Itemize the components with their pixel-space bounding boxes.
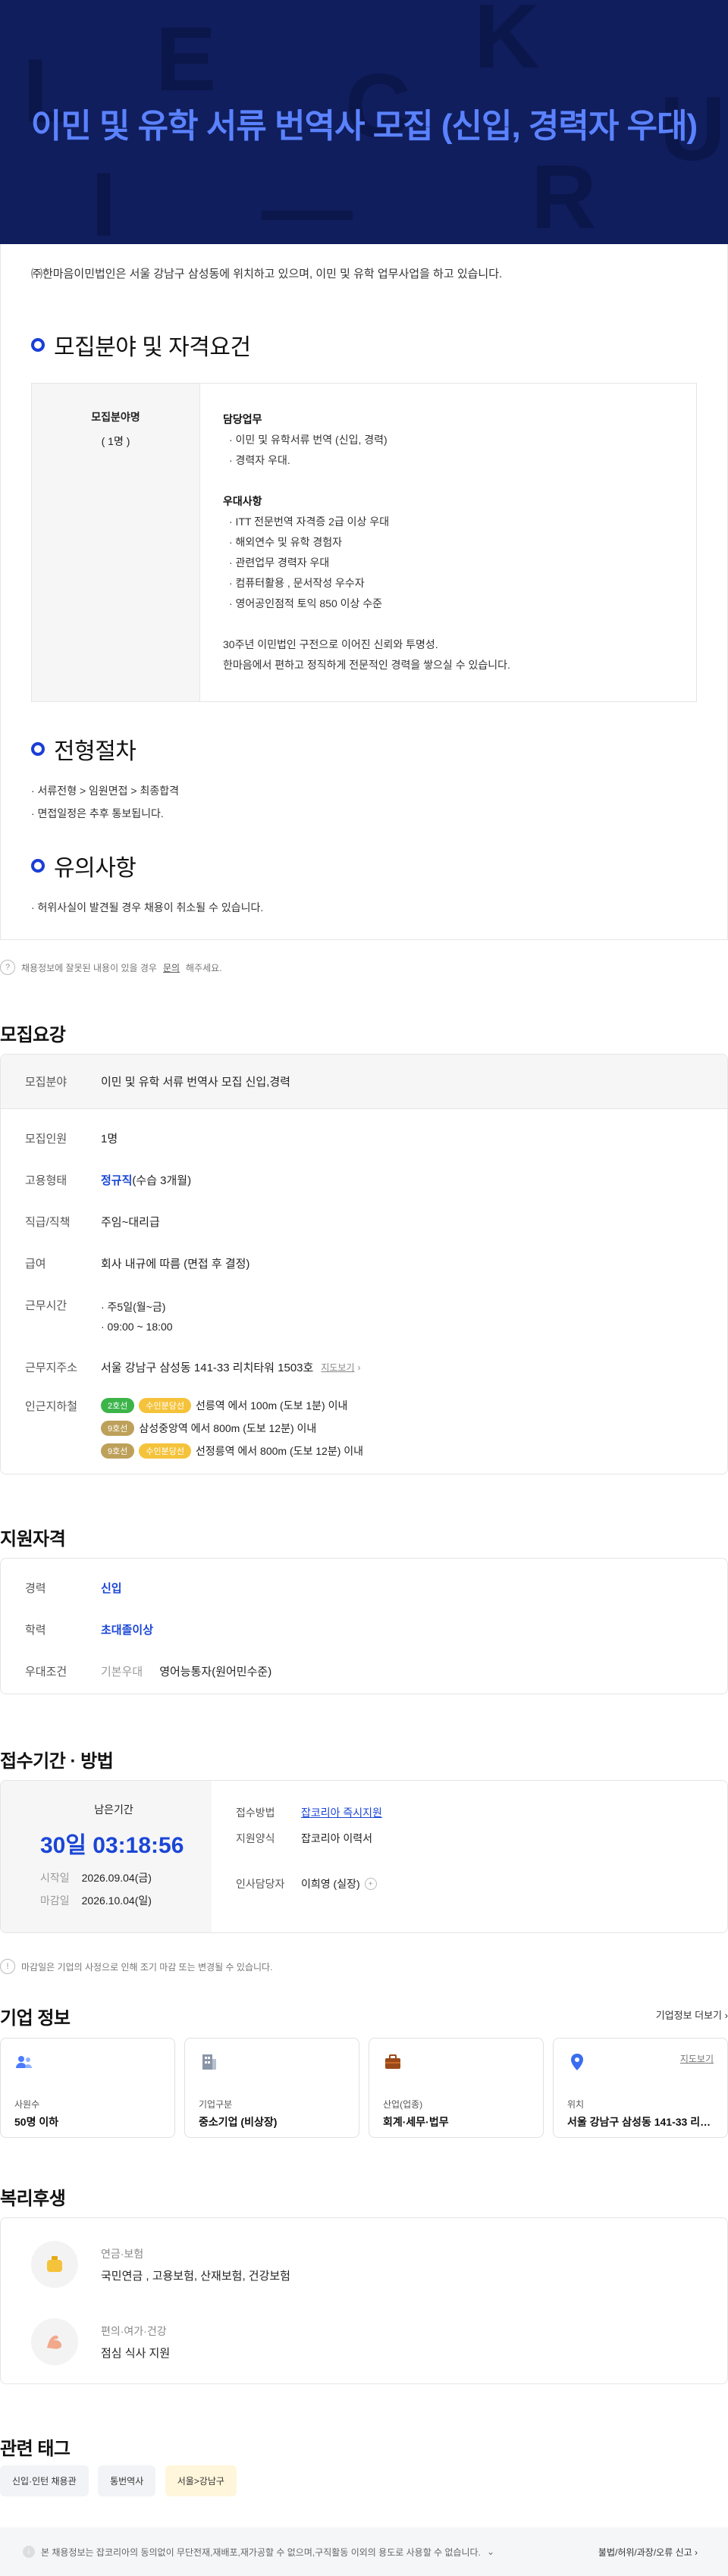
company-more-link[interactable]: 기업정보 더보기 › [656, 2007, 728, 2022]
people-row: 모집인원 1명 [25, 1133, 118, 1145]
subway-station: 9호선 삼성중앙역 에서 800m (도보 12분) 이내 [101, 1421, 363, 1436]
closing-line: 한마음에서 편하고 정직하게 전문적인 경력을 쌓으실 수 있습니다. [223, 659, 510, 671]
company-card-employees: 사원수 50명 이하 [0, 2038, 175, 2138]
pref-item: · ITT 전문번역 자격증 2급 이상 우대 [229, 516, 390, 528]
pref-item: · 컴퓨터활용 , 문서작성 우수자 [229, 577, 365, 589]
welfare-item: 연금·보험 국민연금 , 고용보험, 산재보험, 건강보험 [1, 2218, 727, 2311]
question-icon: ? [0, 960, 15, 975]
duty-item: · 경력자 우대. [229, 454, 290, 466]
apply-panel: 남은기간 30일 03:18:56 시작일 2026.09.04(금) 마감일 20… [0, 1780, 728, 1933]
report-error-link[interactable]: 불법/허위/과장/오류 신고 › [598, 2546, 698, 2559]
notes-heading: 유의사항 [31, 849, 697, 882]
requirements-heading: 모집분야 및 자격요건 [31, 328, 697, 362]
line-badge: 9호선 [101, 1443, 135, 1459]
process-list: · 서류전형 > 임원면접 > 최종합격 · 면접일정은 추후 통보됩니다. [31, 785, 180, 819]
company-title: 기업 정보 [0, 2008, 71, 2029]
subway-station: 2호선 수인분당선 선릉역 에서 100m (도보 1분) 이내 [101, 1398, 363, 1413]
notes-list: · 허위사실이 발견될 경우 채용이 취소될 수 있습니다. [31, 901, 264, 914]
info-icon: i [23, 2546, 35, 2558]
welfare-panel: 연금·보험 국민연금 , 고용보험, 산재보험, 건강보험 편의·여가·건강 점심 … [0, 2217, 728, 2384]
field-cell: 모집분야명 ( 1명 ) [32, 384, 200, 701]
info-icon: ! [0, 1959, 15, 1974]
address-map-link[interactable]: 지도보기 [321, 1361, 354, 1374]
preference-row: 우대조건 기본우대 영어능통자(원어민수준) [25, 1666, 272, 1678]
line-badge: 수인분당선 [139, 1398, 191, 1413]
apply-title: 접수기간 · 방법 [0, 1751, 114, 1772]
ring-bullet-icon [31, 859, 45, 873]
muscle-icon [47, 2335, 62, 2349]
hero-deco-letter: E [155, 8, 217, 110]
countdown: 30일 03:18:56 [40, 1833, 184, 1858]
pref-item: · 영어공인점적 토익 850 이상 수준 [229, 597, 383, 610]
hero-deco-letter: K [474, 0, 540, 87]
inquiry-link[interactable]: 문의 [163, 961, 180, 974]
company-cards: 사원수 50명 이하 기업구분 중소기업 (비상장) 산업(업종) 회계·세무·… [0, 2038, 728, 2138]
pref-item: · 관련업무 경력자 우대 [229, 556, 330, 569]
closing-line: 30주년 이민법인 구전으로 이어진 신뢰와 투명성. [223, 638, 438, 650]
welfare-item: 편의·여가·건강 점심 식사 지원 [1, 2311, 727, 2388]
apply-now-link[interactable]: 잡코리아 즉시지원 [301, 1805, 382, 1820]
education-row: 학력 초대졸이상 [25, 1624, 154, 1637]
line-badge: 9호선 [101, 1421, 135, 1436]
company-intro: ㈜한마음이민법인은 서울 강남구 삼성동에 위치하고 있으며, 이민 및 유학 … [31, 268, 503, 280]
job-posting-page: E K L C U I — R 이민 및 유학 서류 번역사 모집 (신입, 경… [0, 0, 728, 2576]
recruit-field-row: 모집분야 이민 및 유학 서류 번역사 모집 신입,경력 [1, 1055, 727, 1109]
line-badge: 2호선 [101, 1398, 135, 1413]
piggybank-icon [47, 2256, 62, 2272]
welfare-icon-wrap [31, 2318, 78, 2365]
requirements-detail: 담당업무 · 이민 및 유학서류 번역 (신입, 경력) · 경력자 우대. 우… [200, 384, 533, 701]
tags-title: 관련 태그 [0, 2439, 71, 2459]
line-badge: 수인분당선 [139, 1443, 191, 1459]
subway-station: 9호선 수인분당선 선정릉역 에서 800m (도보 12분) 이내 [101, 1443, 363, 1459]
process-heading: 전형절차 [31, 732, 697, 766]
job-detail-body: ㈜한마음이민법인은 서울 강남구 삼성동에 위치하고 있으며, 이민 및 유학 … [0, 244, 728, 940]
apply-method-box: 접수방법 잡코리아 즉시지원 지원양식 잡코리아 이력서 인사담당자 이희영 (실장)… [236, 1805, 382, 1890]
pref-item: · 해외연수 및 유학 경험자 [229, 536, 343, 548]
subway-row: 인근지하철 2호선 수인분당선 선릉역 에서 100m (도보 1분) 이내 9호선… [25, 1398, 364, 1459]
hero-deco-letter: R [531, 146, 597, 244]
hours-row: 근무시간 · 주5일(월~금) · 09:00 ~ 18:00 [25, 1299, 173, 1333]
recruit-panel: 모집분야 이민 및 유학 서류 번역사 모집 신입,경력 모집인원 1명 고용형태… [0, 1054, 728, 1474]
company-card-industry: 산업(업종) 회계·세무·법무 [369, 2038, 544, 2138]
company-card-type: 기업구분 중소기업 (비상장) [184, 2038, 359, 2138]
employment-type-row: 고용형태 정규직(수습 3개월) [25, 1174, 192, 1187]
qualification-panel: 경력 신입 학력 초대졸이상 우대조건 기본우대 영어능통자(원어민수준) [0, 1558, 728, 1694]
deadline-box: 남은기간 30일 03:18:56 시작일 2026.09.04(금) 마감일 20… [1, 1781, 212, 1932]
welfare-icon-wrap [31, 2241, 78, 2288]
hero-banner: E K L C U I — R 이민 및 유학 서류 번역사 모집 (신입, 경… [0, 0, 728, 244]
briefcase-icon [385, 2054, 400, 2069]
chevron-right-icon: › [357, 1362, 361, 1373]
building-icon [202, 2054, 216, 2070]
location-map-link[interactable]: 지도보기 [680, 2052, 714, 2065]
hero-deco-letter: I [91, 154, 117, 244]
address-row: 근무지주소 서울 강남구 삼성동 141-33 리치타워 1503호 지도보기 › [25, 1361, 361, 1374]
pin-icon [571, 2054, 583, 2070]
footer-notice-bar: i 본 채용정보는 잡코리아의 동의없이 무단전재,재배포,재가공할 수 없으며… [0, 2527, 728, 2576]
tag-item[interactable]: 통번역사 [98, 2465, 156, 2496]
company-card-location: 지도보기 위치 서울 강남구 삼성동 141-33 리치타워 [553, 2038, 728, 2138]
chevron-right-icon: › [695, 2546, 698, 2558]
deadline-note: ! 마감일은 기업의 사정으로 인해 조기 마감 또는 변경될 수 있습니다. [0, 1939, 272, 1974]
chevron-right-icon: › [724, 2010, 728, 2021]
tag-item[interactable]: 서울>강남구 [165, 2465, 237, 2496]
plus-icon[interactable]: + [364, 1878, 377, 1890]
qualification-title: 지원자격 [0, 1529, 66, 1550]
requirements-table: 모집분야명 ( 1명 ) 담당업무 · 이민 및 유학서류 번역 (신입, 경력… [31, 383, 697, 702]
tag-item[interactable]: 신입·인턴 채용관 [0, 2465, 89, 2496]
experience-row: 경력 신입 [25, 1582, 122, 1595]
hero-deco-letter: — [262, 158, 353, 244]
welfare-title: 복리후생 [0, 2189, 66, 2209]
chevron-down-icon[interactable]: ⌄ [487, 2546, 494, 2557]
recruit-title: 모집요강 [0, 1025, 66, 1045]
hero-title: 이민 및 유학 서류 번역사 모집 (신입, 경력자 우대) [30, 108, 698, 145]
ring-bullet-icon [31, 338, 45, 352]
ring-bullet-icon [31, 742, 45, 756]
duty-item: · 이민 및 유학서류 번역 (신입, 경력) [229, 434, 388, 446]
salary-row: 급여 회사 내규에 따름 (면접 후 결정) [25, 1258, 250, 1271]
tag-list: 신입·인턴 채용관 통번역사 서울>강남구 [0, 2465, 243, 2496]
position-row: 직급/직책 주임~대리급 [25, 1216, 160, 1229]
people-icon [16, 2056, 32, 2068]
report-notice: ? 채용정보에 잘못된 내용이 있을 경우 문의 해주세요. [0, 940, 222, 975]
